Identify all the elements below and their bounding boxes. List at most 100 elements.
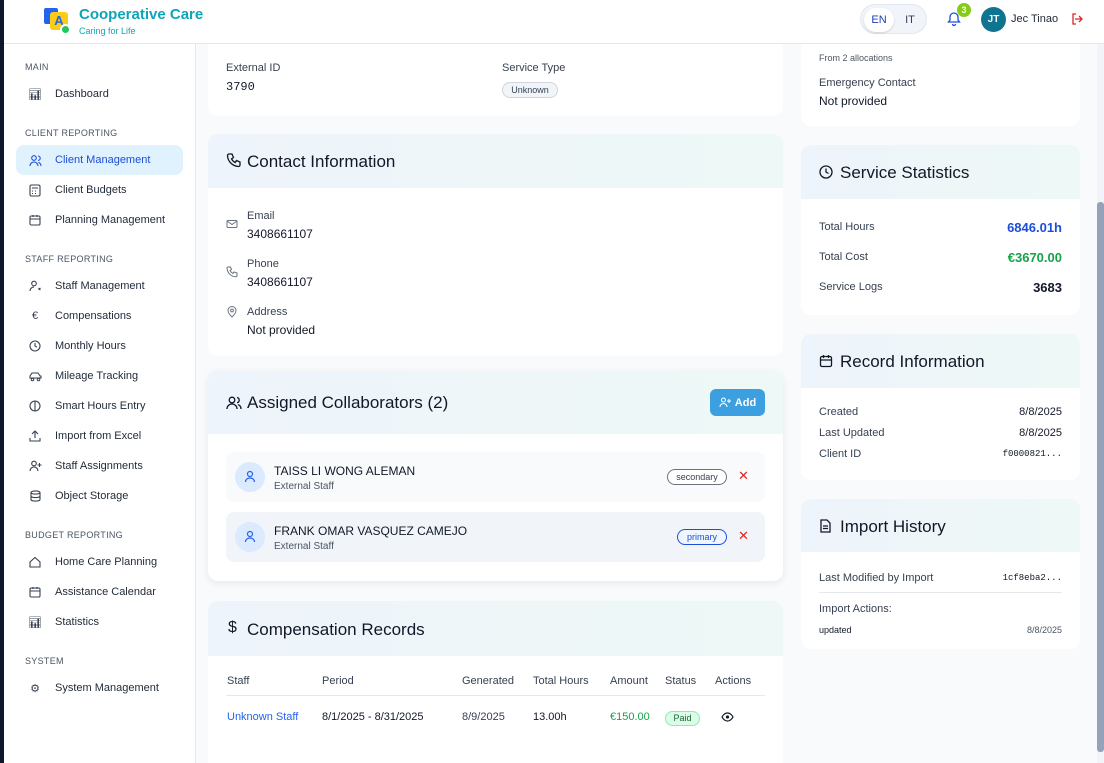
scrollbar[interactable] <box>1097 44 1104 763</box>
sidebar-item-home-care-planning[interactable]: Home Care Planning <box>16 547 183 577</box>
external-id-label: External ID <box>226 62 281 74</box>
basic-info-card: External ID 3790 Service Type Unknown <box>208 44 783 116</box>
summary-card: From 2 allocations Emergency Contact Not… <box>801 44 1080 126</box>
contact-info-card: Contact Information Email 3408661107 Pho… <box>208 134 783 356</box>
section-staff: STAFF REPORTING <box>25 254 114 264</box>
euro-icon: € <box>31 310 39 322</box>
lang-it-button[interactable]: IT <box>895 8 925 32</box>
remove-collaborator-button[interactable]: ✕ <box>738 528 749 544</box>
sidebar-item-compensations[interactable]: € Compensations <box>16 301 183 331</box>
status-badge: Paid <box>665 711 700 726</box>
collaborator-role: External Staff <box>274 541 334 552</box>
lang-en-button[interactable]: EN <box>864 8 894 32</box>
email-label: Email <box>247 210 275 222</box>
import-action-date: 8/8/2025 <box>1026 625 1062 635</box>
collaborators-title: Assigned Collaborators (2) <box>247 393 449 412</box>
collaborator-name: FRANK OMAR VASQUEZ CAMEJO <box>274 524 468 538</box>
divider <box>226 695 765 696</box>
mail-icon <box>226 220 238 228</box>
phone-icon <box>226 153 241 168</box>
dollar-icon: $ <box>228 619 237 636</box>
collaborators-card: Assigned Collaborators (2) Add TAISS LI … <box>208 371 783 581</box>
last-modified-label: Last Modified by Import <box>819 572 934 584</box>
section-main: MAIN <box>25 62 49 72</box>
sidebar-item-client-budgets[interactable]: Client Budgets <box>16 175 183 205</box>
column-header: Actions <box>715 675 752 687</box>
calendar-icon <box>28 213 42 227</box>
service-stats-title: Service Statistics <box>840 163 970 182</box>
sidebar-item-system-management[interactable]: ⚙︎ System Management <box>16 673 183 703</box>
total-hours-value: 6846.01h <box>1007 220 1062 235</box>
user-cog-icon <box>28 279 42 293</box>
scrollbar-thumb[interactable] <box>1097 202 1104 752</box>
upload-icon <box>28 429 42 443</box>
user-name[interactable]: Jec Tinao <box>1011 13 1058 25</box>
service-stats-card: Service Statistics Total Hours 6846.01h … <box>801 145 1080 315</box>
role-badge: secondary <box>667 469 727 485</box>
add-collaborator-button[interactable]: Add <box>710 389 765 416</box>
avatar <box>235 522 265 552</box>
service-type-label: Service Type <box>502 62 566 74</box>
car-icon <box>28 369 42 383</box>
sidebar-item-planning-management[interactable]: Planning Management <box>16 205 183 235</box>
home-icon <box>28 555 42 569</box>
sidebar-item-assistance-calendar[interactable]: Assistance Calendar <box>16 577 183 607</box>
sidebar-item-monthly-hours[interactable]: Monthly Hours <box>16 331 183 361</box>
amount-cell: €150.00 <box>610 711 650 723</box>
import-actions-label: Import Actions: <box>819 603 892 615</box>
service-logs-value: 3683 <box>1033 280 1062 295</box>
compensation-card: $ Compensation Records Staff Period Gene… <box>208 601 783 763</box>
import-action: updated <box>819 625 852 635</box>
created-value: 8/8/2025 <box>1019 406 1062 418</box>
avatar[interactable]: JT <box>981 7 1006 32</box>
logout-icon[interactable] <box>1070 12 1084 26</box>
section-client: CLIENT REPORTING <box>25 128 118 138</box>
sidebar-item-staff-management[interactable]: Staff Management <box>16 271 183 301</box>
sidebar: MAIN 📊︎ Dashboard CLIENT REPORTING Client… <box>4 44 196 763</box>
address-value: Not provided <box>247 323 316 337</box>
remove-collaborator-button[interactable]: ✕ <box>738 468 749 484</box>
sidebar-item-import-from-excel[interactable]: Import from Excel <box>16 421 183 451</box>
sidebar-item-dashboard[interactable]: 📊︎ Dashboard <box>16 79 183 109</box>
sidebar-item-smart-hours-entry[interactable]: Smart Hours Entry <box>16 391 183 421</box>
section-budget: BUDGET REPORTING <box>25 530 123 540</box>
user-icon <box>244 530 256 543</box>
record-info-card: Record Information Created 8/8/2025 Last… <box>801 334 1080 480</box>
users-icon <box>28 153 42 167</box>
import-history-card: Import History Last Modified by Import 1… <box>801 499 1080 649</box>
sidebar-item-client-management[interactable]: Client Management <box>16 145 183 175</box>
hours-cell: 13.00h <box>533 711 567 723</box>
email-value: 3408661107 <box>247 227 313 241</box>
sidebar-item-statistics[interactable]: 📊︎ Statistics <box>16 607 183 637</box>
record-info-title: Record Information <box>840 352 985 371</box>
external-id-value: 3790 <box>226 80 255 94</box>
compensation-title: Compensation Records <box>247 620 425 639</box>
staff-link[interactable]: Unknown Staff <box>227 711 298 723</box>
brain-icon <box>28 399 42 413</box>
section-system: SYSTEM <box>25 656 64 666</box>
bar-chart-icon: 📊︎ <box>28 616 42 629</box>
sidebar-item-staff-assignments[interactable]: Staff Assignments <box>16 451 183 481</box>
collaborator-row: TAISS LI WONG ALEMAN External Staff seco… <box>226 452 765 502</box>
client-id-value: f0000821... <box>1002 449 1062 459</box>
phone-icon <box>226 266 238 278</box>
emergency-contact-label: Emergency Contact <box>819 77 916 89</box>
gear-icon: ⚙︎ <box>30 682 40 695</box>
brand-name: Cooperative Care <box>79 6 204 23</box>
last-updated-label: Last Updated <box>819 427 885 439</box>
sidebar-item-object-storage[interactable]: Object Storage <box>16 481 183 511</box>
sidebar-item-mileage-tracking[interactable]: Mileage Tracking <box>16 361 183 391</box>
column-header: Status <box>665 675 697 687</box>
divider <box>819 592 1062 593</box>
contact-info-title: Contact Information <box>247 152 396 171</box>
period-cell: 8/1/2025 - 8/31/2025 <box>322 711 424 723</box>
notification-badge: 3 <box>957 3 971 17</box>
client-id-label: Client ID <box>819 448 862 460</box>
eye-icon[interactable] <box>721 712 734 722</box>
column-header: Generated <box>462 675 514 687</box>
calculator-icon <box>28 183 42 197</box>
column-header: Total Hours <box>533 675 589 687</box>
column-header: Staff <box>227 675 250 687</box>
top-bar: A Cooperative Care Caring for Life EN IT… <box>0 0 1104 44</box>
allocations-note: From 2 allocations <box>819 53 893 63</box>
